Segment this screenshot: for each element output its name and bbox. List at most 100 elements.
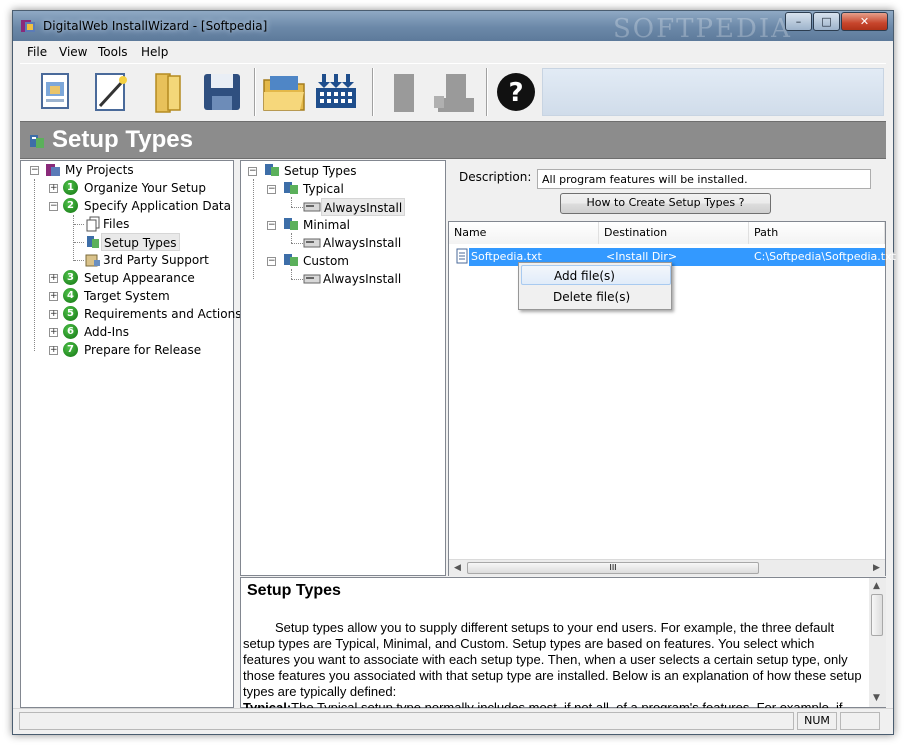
toolbar-separator	[372, 68, 374, 116]
scroll-down-arrow[interactable]: ▼	[873, 693, 880, 703]
step-7-badge: 7	[63, 342, 78, 357]
text-file-icon	[456, 248, 468, 264]
tree-item-prepare-release[interactable]: Prepare for Release	[84, 341, 201, 359]
expand-icon[interactable]: +	[49, 310, 58, 319]
column-path[interactable]: Path	[749, 222, 885, 244]
folder-icon[interactable]	[144, 68, 192, 116]
toolbar-separator	[486, 68, 488, 116]
tree-connector	[291, 269, 292, 279]
expand-icon[interactable]: +	[49, 292, 58, 301]
setup-type-minimal[interactable]: Minimal	[303, 216, 350, 234]
scroll-thumb[interactable]: III	[467, 562, 759, 574]
open-folder-icon[interactable]	[260, 68, 308, 116]
expand-icon[interactable]: +	[49, 346, 58, 355]
toolbar-separator	[254, 68, 256, 116]
menu-help[interactable]: Help	[141, 45, 168, 59]
help-body: Setup types allow you to supply differen…	[243, 620, 863, 716]
help-icon[interactable]: ?	[492, 68, 540, 116]
page-title: Setup Types	[52, 126, 193, 153]
tree-connector	[74, 224, 84, 225]
collapse-icon[interactable]: −	[267, 221, 276, 230]
save-icon[interactable]	[198, 68, 246, 116]
tree-item-files[interactable]: Files	[103, 215, 129, 233]
title-bar[interactable]: DigitalWeb InstallWizard - [Softpedia] S…	[13, 11, 893, 44]
tree-item-specify-app-data[interactable]: Specify Application Data	[84, 197, 231, 215]
disabled-copy-icon	[394, 74, 414, 112]
toolbar-empty-area	[542, 68, 884, 116]
vertical-scrollbar[interactable]: ▲ ▼	[869, 578, 886, 707]
typical-icon	[284, 182, 298, 194]
tree-root-setup-types[interactable]: Setup Types	[284, 162, 357, 180]
column-destination[interactable]: Destination	[599, 222, 749, 244]
setup-types-icon	[30, 135, 44, 148]
tree-item-organize[interactable]: Organize Your Setup	[84, 179, 206, 197]
app-window: DigitalWeb InstallWizard - [Softpedia] S…	[12, 10, 896, 735]
tree-item-target-system[interactable]: Target System	[84, 287, 170, 305]
setup-type-custom[interactable]: Custom	[303, 252, 349, 270]
edit-wand-icon[interactable]	[88, 68, 136, 116]
menu-tools[interactable]: Tools	[98, 45, 128, 59]
feature-always-install-custom[interactable]: AlwaysInstall	[323, 270, 401, 288]
tree-connector	[291, 233, 292, 243]
minimize-button[interactable]: –	[785, 12, 812, 31]
close-button[interactable]: ✕	[841, 12, 888, 31]
status-empty	[840, 712, 880, 730]
expand-icon[interactable]: +	[49, 184, 58, 193]
step-3-badge: 3	[63, 270, 78, 285]
status-main	[19, 712, 794, 730]
tree-item-setup-appearance[interactable]: Setup Appearance	[84, 269, 195, 287]
disabled-run-icon	[434, 74, 474, 112]
collapse-icon[interactable]: −	[30, 166, 39, 175]
context-menu: Add file(s) Delete file(s)	[518, 262, 672, 310]
menu-delete-files[interactable]: Delete file(s)	[521, 287, 671, 307]
tree-item-setup-types[interactable]: Setup Types	[101, 233, 180, 251]
scroll-thumb[interactable]	[871, 594, 883, 636]
watermark: SOFTPEDIA	[613, 14, 792, 44]
feature-always-install-minimal[interactable]: AlwaysInstall	[323, 234, 401, 252]
custom-icon	[284, 254, 298, 266]
help-panel: Setup Types Setup types allow you to sup…	[240, 577, 886, 715]
scroll-right-arrow[interactable]: ▶	[873, 563, 880, 573]
tree-connector	[291, 279, 303, 280]
tree-connector	[73, 215, 74, 261]
collapse-icon[interactable]: −	[49, 202, 58, 211]
menu-add-files[interactable]: Add file(s)	[521, 265, 671, 285]
expand-icon[interactable]: +	[49, 274, 58, 283]
status-num: NUM	[797, 712, 837, 730]
maximize-button[interactable]: □	[813, 12, 840, 31]
scroll-up-arrow[interactable]: ▲	[873, 581, 880, 591]
step-1-badge: 1	[63, 180, 78, 195]
tree-item-3rd-party[interactable]: 3rd Party Support	[103, 251, 209, 269]
feature-always-install-typical[interactable]: AlwaysInstall	[321, 198, 406, 216]
collapse-icon[interactable]: −	[267, 185, 276, 194]
description-area: Description: All program features will b…	[448, 160, 886, 220]
horizontal-scrollbar[interactable]: ◀ III ▶	[449, 559, 885, 576]
column-name[interactable]: Name	[449, 222, 599, 244]
step-4-badge: 4	[63, 288, 78, 303]
setup-types-tree-icon	[87, 236, 99, 248]
section-header: Setup Types	[20, 121, 886, 159]
collapse-icon[interactable]: −	[248, 167, 257, 176]
tree-root-my-projects[interactable]: My Projects	[65, 161, 134, 179]
tree-item-add-ins[interactable]: Add-Ins	[84, 323, 129, 341]
menu-view[interactable]: View	[59, 45, 87, 59]
tree-connector	[291, 243, 303, 244]
step-6-badge: 6	[63, 324, 78, 339]
new-project-icon[interactable]	[32, 68, 80, 116]
build-icon[interactable]	[312, 68, 360, 116]
scroll-left-arrow[interactable]: ◀	[454, 563, 461, 573]
project-tree: − My Projects + 1 Organize Your Setup − …	[20, 160, 241, 708]
description-label: Description:	[459, 170, 532, 184]
expand-icon[interactable]: +	[49, 328, 58, 337]
description-field[interactable]: All program features will be installed.	[537, 169, 871, 189]
third-party-icon	[85, 254, 100, 267]
setup-type-typical[interactable]: Typical	[303, 180, 344, 198]
tree-connector	[74, 242, 84, 243]
setup-types-root-icon	[265, 164, 279, 176]
how-to-button[interactable]: How to Create Setup Types ?	[560, 193, 771, 214]
menu-file[interactable]: File	[27, 45, 47, 59]
collapse-icon[interactable]: −	[267, 257, 276, 266]
tree-item-requirements[interactable]: Requirements and Actions	[84, 305, 241, 323]
step-2-badge: 2	[63, 198, 78, 213]
setup-types-tree: − Setup Types − Typical AlwaysInstall − …	[240, 160, 446, 576]
